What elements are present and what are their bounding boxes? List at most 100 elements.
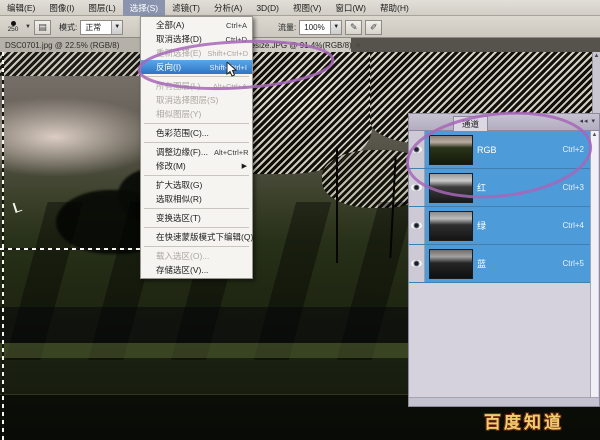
menu-item-label: 取消选择图层(S) bbox=[156, 94, 218, 106]
visibility-toggle[interactable] bbox=[409, 131, 425, 168]
tablet-pressure-button[interactable]: ✐ bbox=[365, 20, 382, 35]
flow-label: 流量: bbox=[278, 22, 296, 33]
menu-item-15[interactable]: 存储选区(V)... bbox=[141, 263, 252, 277]
channel-thumbnail bbox=[429, 211, 473, 241]
menubar-item-5[interactable]: 分析(A) bbox=[207, 0, 249, 16]
selection-hatch-texture bbox=[0, 52, 146, 76]
visibility-toggle[interactable] bbox=[409, 207, 425, 244]
menu-item-label: 调整边缘(F)... bbox=[156, 146, 208, 158]
menu-item-shortcut: Alt+Ctrl+A bbox=[213, 82, 247, 91]
channel-thumbnail bbox=[429, 249, 473, 279]
brush-tip-icon bbox=[11, 21, 16, 26]
document-tab-bar: DSC0701.jpg @ 22.5% (RGB/8) resize.JPG @… bbox=[0, 38, 600, 52]
mode-select[interactable]: 正常 ▼ bbox=[80, 20, 123, 35]
menu-separator bbox=[144, 246, 249, 247]
menu-item-6[interactable]: 相似图层(Y) bbox=[141, 107, 252, 121]
menu-separator bbox=[144, 208, 249, 209]
menu-item-7[interactable]: 色彩范围(C)... bbox=[141, 126, 252, 140]
channel-shortcut: Ctrl+2 bbox=[562, 145, 584, 154]
menu-item-13[interactable]: 在快速蒙版模式下编辑(Q) bbox=[141, 230, 252, 244]
menu-item-4[interactable]: 所有图层(L) Alt+Ctrl+A bbox=[141, 79, 252, 93]
menu-item-label: 取消选择(D) bbox=[156, 33, 202, 45]
channel-row-蓝[interactable]: 蓝Ctrl+5 bbox=[409, 245, 592, 283]
channel-row-绿[interactable]: 绿Ctrl+4 bbox=[409, 207, 592, 245]
menu-item-label: 变换选区(T) bbox=[156, 212, 201, 224]
tab-channels[interactable]: 通道 bbox=[453, 116, 488, 131]
channel-thumbnail bbox=[429, 135, 473, 165]
menubar-item-3[interactable]: 选择(S) bbox=[123, 0, 165, 16]
chevron-down-icon[interactable]: ▼ bbox=[330, 21, 341, 34]
menu-bar: 编辑(E)图像(I)图层(L)选择(S)滤镜(T)分析(A)3D(D)视图(V)… bbox=[0, 0, 600, 16]
channel-row-红[interactable]: 红Ctrl+3 bbox=[409, 169, 592, 207]
menubar-item-9[interactable]: 帮助(H) bbox=[373, 0, 416, 16]
menu-item-11[interactable]: 选取相似(R) bbox=[141, 192, 252, 206]
airbrush-toggle-button[interactable]: ✎ bbox=[345, 20, 362, 35]
channel-thumbnail bbox=[429, 173, 473, 203]
brush-preset-picker[interactable]: 250 bbox=[4, 21, 22, 34]
channel-label: 蓝 bbox=[477, 257, 562, 270]
menubar-item-6[interactable]: 3D(D) bbox=[249, 1, 286, 15]
menu-separator bbox=[144, 175, 249, 176]
visibility-toggle[interactable] bbox=[409, 169, 425, 206]
menu-item-shortcut: Ctrl+D bbox=[226, 35, 247, 44]
menu-item-2[interactable]: 重新选择(E)Shift+Ctrl+D bbox=[141, 46, 252, 60]
chevron-down-icon[interactable]: ▼ bbox=[111, 21, 122, 34]
document-tab-background[interactable]: DSC0701.jpg @ 22.5% (RGB/8) bbox=[0, 38, 140, 52]
eye-icon bbox=[411, 146, 422, 153]
panel-scrollbar[interactable]: ▲ bbox=[590, 131, 598, 397]
menu-item-label: 色彩范围(C)... bbox=[156, 127, 209, 139]
visibility-toggle[interactable] bbox=[409, 245, 425, 282]
menu-item-label: 反向(I) bbox=[156, 61, 181, 73]
brush-panel-toggle-button[interactable]: ▤ bbox=[34, 20, 51, 35]
menu-separator bbox=[144, 123, 249, 124]
menubar-item-1[interactable]: 图像(I) bbox=[42, 0, 81, 16]
close-icon[interactable]: × bbox=[356, 41, 361, 50]
menu-item-14[interactable]: 载入选区(O)... bbox=[141, 249, 252, 263]
panel-menu-icon[interactable]: ▾ bbox=[591, 118, 596, 125]
flow-select[interactable]: 100% ▼ bbox=[299, 20, 342, 35]
scroll-up-icon[interactable]: ▲ bbox=[592, 132, 598, 138]
eye-icon bbox=[411, 184, 422, 191]
collapse-panel-icon[interactable]: ◂◂ bbox=[580, 118, 589, 125]
menubar-item-0[interactable]: 编辑(E) bbox=[0, 0, 42, 16]
menu-item-1[interactable]: 取消选择(D) Ctrl+D bbox=[141, 32, 252, 46]
eye-icon bbox=[411, 260, 422, 267]
menubar-item-8[interactable]: 窗口(W) bbox=[328, 0, 373, 16]
channels-panel: 通道 ◂◂ ▾ RGBCtrl+2红Ctrl+3绿Ctrl+4蓝Ctrl+5 ▲ bbox=[408, 113, 600, 407]
menu-item-shortcut: Shift+Ctrl+D bbox=[207, 49, 248, 58]
menubar-item-4[interactable]: 滤镜(T) bbox=[165, 0, 207, 16]
channel-shortcut: Ctrl+3 bbox=[562, 183, 584, 192]
watermark: 百度知道 bbox=[484, 408, 564, 433]
menu-item-10[interactable]: 扩大选取(G) bbox=[141, 178, 252, 192]
menu-separator bbox=[144, 142, 249, 143]
mode-value: 正常 bbox=[81, 22, 111, 33]
menubar-item-2[interactable]: 图层(L) bbox=[81, 0, 122, 16]
channel-shortcut: Ctrl+5 bbox=[562, 259, 584, 268]
channel-label: RGB bbox=[477, 145, 562, 155]
menu-item-9[interactable]: 修改(M) ▶ bbox=[141, 159, 252, 173]
canvas-scrollbar[interactable]: ▲ bbox=[592, 52, 600, 113]
menu-item-0[interactable]: 全部(A)Ctrl+A bbox=[141, 18, 252, 32]
menu-item-12[interactable]: 变换选区(T) bbox=[141, 211, 252, 225]
menu-item-5[interactable]: 取消选择图层(S) bbox=[141, 93, 252, 107]
menu-separator bbox=[144, 227, 249, 228]
document-title: DSC0701.jpg @ 22.5% (RGB/8) bbox=[5, 41, 119, 50]
menu-item-label: 修改(M) bbox=[156, 160, 186, 172]
submenu-arrow-icon: ▶ bbox=[242, 162, 247, 170]
menu-item-label: 所有图层(L) bbox=[156, 80, 200, 92]
menu-item-shortcut: Ctrl+A bbox=[226, 21, 247, 30]
photoshop-window: 编辑(E)图像(I)图层(L)选择(S)滤镜(T)分析(A)3D(D)视图(V)… bbox=[0, 0, 600, 440]
menubar-item-7[interactable]: 视图(V) bbox=[286, 0, 328, 16]
document-tab-active[interactable]: resize.JPG @ 91.4%(RGB/8) × bbox=[243, 38, 351, 52]
mouse-cursor-icon bbox=[226, 62, 238, 77]
brush-size-value: 250 bbox=[8, 27, 19, 34]
channel-row-rgb[interactable]: RGBCtrl+2 bbox=[409, 131, 592, 169]
eye-icon bbox=[411, 222, 422, 229]
menu-item-8[interactable]: 调整边缘(F)...Alt+Ctrl+R bbox=[141, 145, 252, 159]
channels-panel-header: 通道 ◂◂ ▾ bbox=[409, 114, 599, 131]
flow-value: 100% bbox=[300, 23, 330, 32]
menu-item-label: 选取相似(R) bbox=[156, 193, 202, 205]
mode-label: 模式: bbox=[59, 22, 77, 33]
chevron-down-icon[interactable]: ▼ bbox=[25, 24, 31, 30]
selection-marching-ants bbox=[2, 52, 4, 440]
